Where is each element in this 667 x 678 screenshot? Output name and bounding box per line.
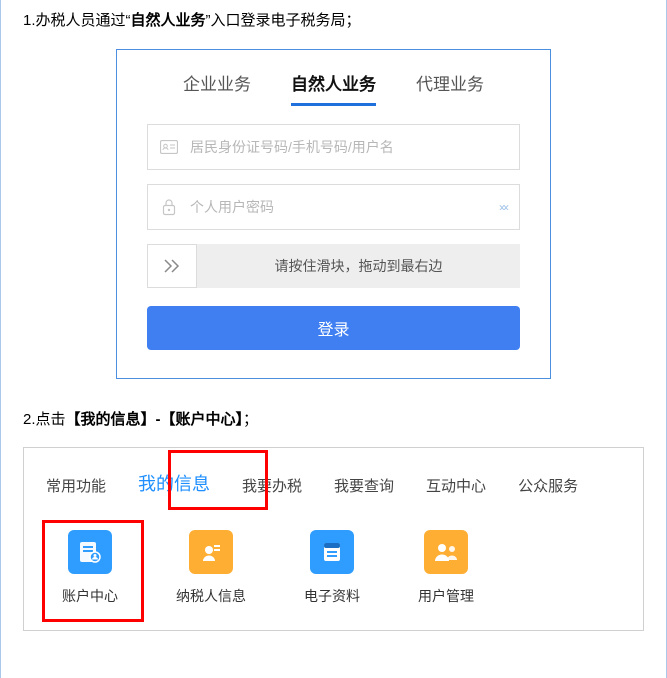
tab-natural-person[interactable]: 自然人业务 bbox=[291, 70, 376, 106]
tile-label: 用户管理 bbox=[418, 586, 474, 606]
nav-tab-public[interactable]: 公众服务 bbox=[516, 469, 580, 502]
tab-agent[interactable]: 代理业务 bbox=[416, 70, 484, 106]
id-card-icon bbox=[160, 138, 178, 156]
tile-taxpayer-info[interactable]: 纳税人信息 bbox=[176, 530, 246, 606]
tile-label: 电子资料 bbox=[304, 586, 360, 606]
nav-tab-interact[interactable]: 互动中心 bbox=[424, 469, 488, 502]
nav-tabs: 常用功能 我的信息 我要办税 我要查询 互动中心 公众服务 bbox=[44, 464, 623, 508]
login-card: 企业业务 自然人业务 代理业务 ›‹›‹ 请按住滑块，拖动到最右边 登录 bbox=[116, 49, 551, 379]
lock-icon bbox=[160, 198, 178, 216]
step2-text: 2.点击【我的信息】-【账户中心】； bbox=[23, 409, 644, 432]
user-management-icon bbox=[424, 530, 468, 574]
eye-icon[interactable]: ›‹›‹ bbox=[499, 200, 507, 214]
tile-label: 纳税人信息 bbox=[176, 586, 246, 606]
slider-handle[interactable] bbox=[147, 244, 197, 288]
slider-track-text: 请按住滑块，拖动到最右边 bbox=[197, 244, 520, 288]
nav-tab-common[interactable]: 常用功能 bbox=[44, 469, 108, 502]
tile-electronic-docs[interactable]: 电子资料 bbox=[304, 530, 360, 606]
electronic-docs-icon bbox=[310, 530, 354, 574]
password-input-row[interactable]: ›‹›‹ bbox=[147, 184, 520, 230]
id-input-row[interactable] bbox=[147, 124, 520, 170]
nav-tab-handle[interactable]: 我要办税 bbox=[240, 469, 304, 502]
account-center-icon bbox=[68, 530, 112, 574]
tile-label: 账户中心 bbox=[62, 586, 118, 606]
nav-tab-myinfo[interactable]: 我的信息 bbox=[136, 464, 212, 502]
nav-tab-query[interactable]: 我要查询 bbox=[332, 469, 396, 502]
tiles: 账户中心 纳税人信息 电子资料 用户管理 bbox=[44, 530, 623, 606]
nav-card: 常用功能 我的信息 我要办税 我要查询 互动中心 公众服务 账户中心 纳税人信息 bbox=[23, 447, 644, 631]
captcha-slider[interactable]: 请按住滑块，拖动到最右边 bbox=[147, 244, 520, 288]
tab-enterprise[interactable]: 企业业务 bbox=[183, 70, 251, 106]
tile-account-center[interactable]: 账户中心 bbox=[62, 530, 118, 606]
taxpayer-info-icon bbox=[189, 530, 233, 574]
login-tabs: 企业业务 自然人业务 代理业务 bbox=[147, 70, 520, 106]
step1-text: 1.办税人员通过“自然人业务”入口登录电子税务局； bbox=[23, 10, 644, 33]
login-button[interactable]: 登录 bbox=[147, 306, 520, 350]
password-input[interactable] bbox=[188, 198, 507, 216]
id-input[interactable] bbox=[188, 138, 507, 156]
tile-user-management[interactable]: 用户管理 bbox=[418, 530, 474, 606]
